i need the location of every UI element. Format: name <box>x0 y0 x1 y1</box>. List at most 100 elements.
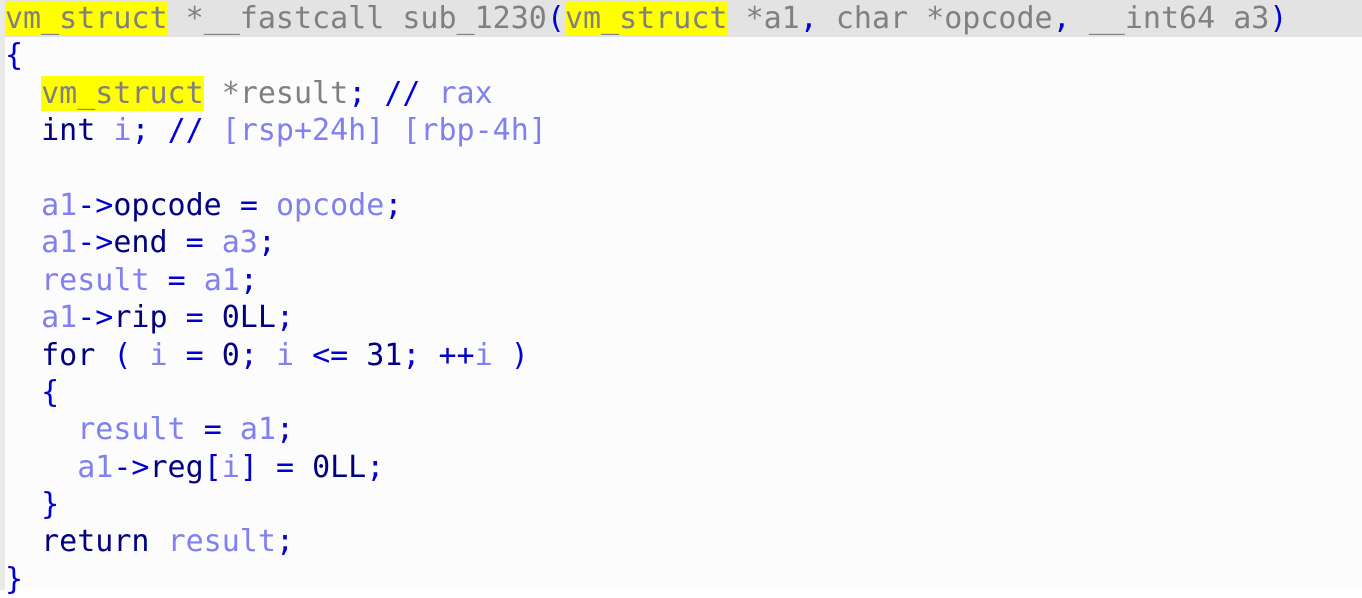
code-token[interactable]: a1 <box>41 300 77 335</box>
code-token[interactable] <box>728 1 746 36</box>
code-token[interactable] <box>384 1 402 36</box>
code-line[interactable]: a1->end = a3; <box>0 224 1362 261</box>
code-token[interactable]: *__fastcall <box>186 1 385 36</box>
code-line[interactable]: for ( i = 0; i <= 31; ++i ) <box>0 337 1362 374</box>
code-token[interactable]: // <box>168 113 204 148</box>
code-token[interactable]: for <box>41 338 95 373</box>
code-token[interactable] <box>204 300 222 335</box>
code-token[interactable]: ; <box>384 188 402 223</box>
code-token[interactable]: -> <box>77 300 113 335</box>
code-token[interactable]: opcode <box>113 188 221 223</box>
code-token[interactable]: result <box>77 412 185 447</box>
code-token[interactable] <box>5 487 41 522</box>
code-token[interactable]: -> <box>77 225 113 260</box>
code-token[interactable]: [ <box>204 450 222 485</box>
code-token[interactable]: i <box>113 113 131 148</box>
code-token[interactable] <box>168 300 186 335</box>
code-token[interactable] <box>294 450 312 485</box>
code-token[interactable]: ) <box>1269 1 1287 36</box>
code-token[interactable]: -> <box>77 188 113 223</box>
code-token[interactable]: { <box>5 38 23 73</box>
code-token[interactable]: reg <box>150 450 204 485</box>
code-token[interactable]: ; <box>276 300 294 335</box>
code-token[interactable]: ; <box>366 450 384 485</box>
code-token[interactable]: *result <box>222 76 348 111</box>
code-token[interactable] <box>150 113 168 148</box>
code-token[interactable]: vm_struct <box>41 75 204 111</box>
code-token[interactable]: ; <box>276 524 294 559</box>
code-token[interactable]: { <box>41 375 59 410</box>
code-token[interactable]: vm_struct <box>564 1 728 36</box>
pseudocode-view[interactable]: vm_struct *__fastcall sub_1230(vm_struct… <box>0 0 1362 597</box>
code-token[interactable] <box>294 338 312 373</box>
code-token[interactable] <box>5 263 41 298</box>
code-token[interactable] <box>5 113 41 148</box>
code-token[interactable]: } <box>41 487 59 522</box>
code-token[interactable] <box>222 188 240 223</box>
code-line[interactable]: } <box>0 561 1362 598</box>
code-line[interactable]: a1->reg[i] = 0LL; <box>0 449 1362 486</box>
code-line[interactable]: a1->opcode = opcode; <box>0 187 1362 224</box>
code-token[interactable]: ; <box>131 113 149 148</box>
code-line[interactable]: vm_struct *result; // rax <box>0 75 1362 112</box>
code-token[interactable] <box>5 225 41 260</box>
code-token[interactable]: *a1 <box>746 1 800 36</box>
code-token[interactable]: ; <box>240 338 258 373</box>
code-token[interactable]: -> <box>113 450 149 485</box>
code-token[interactable]: i <box>276 338 294 373</box>
code-token[interactable] <box>5 524 41 559</box>
code-token[interactable] <box>420 338 438 373</box>
code-token[interactable]: ; <box>348 76 366 111</box>
code-token[interactable]: } <box>5 562 23 597</box>
code-token[interactable]: ] <box>240 450 258 485</box>
code-token[interactable] <box>5 76 41 111</box>
code-token[interactable]: a3 <box>222 225 258 260</box>
code-line[interactable]: result = a1; <box>0 262 1362 299</box>
code-token[interactable]: 0 <box>222 338 240 373</box>
code-line[interactable]: vm_struct *__fastcall sub_1230(vm_struct… <box>0 0 1362 38</box>
code-token[interactable] <box>204 76 222 111</box>
code-token[interactable] <box>168 225 186 260</box>
code-token[interactable] <box>5 300 41 335</box>
code-token[interactable]: a1 <box>77 450 113 485</box>
code-token[interactable]: 0LL <box>222 300 276 335</box>
code-token[interactable]: // <box>384 76 420 111</box>
code-token[interactable] <box>5 338 41 373</box>
code-token[interactable]: i <box>150 338 168 373</box>
code-token[interactable]: <= <box>312 338 348 373</box>
code-token[interactable] <box>366 76 384 111</box>
code-token[interactable] <box>204 338 222 373</box>
code-token[interactable]: sub_1230 <box>402 1 547 36</box>
code-token[interactable]: rax <box>420 76 492 111</box>
code-token[interactable]: a1 <box>240 412 276 447</box>
code-line[interactable]: return result; <box>0 523 1362 560</box>
code-listing[interactable]: vm_struct *__fastcall sub_1230(vm_struct… <box>0 0 1362 598</box>
code-token[interactable]: result <box>41 263 149 298</box>
code-token[interactable] <box>95 113 113 148</box>
code-line[interactable]: result = a1; <box>0 411 1362 448</box>
code-token[interactable] <box>168 1 186 36</box>
code-token[interactable]: return <box>41 524 149 559</box>
code-token[interactable]: = <box>240 188 258 223</box>
code-token[interactable] <box>493 338 511 373</box>
code-token[interactable]: , <box>1053 1 1071 36</box>
code-token[interactable] <box>818 1 836 36</box>
code-token[interactable]: ++ <box>439 338 475 373</box>
code-token[interactable]: int <box>41 113 95 148</box>
code-token[interactable]: ( <box>547 1 565 36</box>
code-token[interactable]: ; <box>402 338 420 373</box>
code-token[interactable]: = <box>168 263 186 298</box>
code-token[interactable]: ( <box>113 338 131 373</box>
code-token[interactable] <box>95 338 113 373</box>
code-token[interactable]: i <box>475 338 493 373</box>
code-token[interactable]: i <box>222 450 240 485</box>
code-token[interactable]: a1 <box>41 188 77 223</box>
code-token[interactable] <box>5 412 77 447</box>
code-token[interactable] <box>131 338 149 373</box>
code-token[interactable]: = <box>186 338 204 373</box>
code-token[interactable]: end <box>113 225 167 260</box>
code-token[interactable] <box>5 450 77 485</box>
code-token[interactable]: [rsp+24h] [rbp-4h] <box>204 113 547 148</box>
code-token[interactable]: = <box>276 450 294 485</box>
code-line[interactable]: int i; // [rsp+24h] [rbp-4h] <box>0 112 1362 149</box>
